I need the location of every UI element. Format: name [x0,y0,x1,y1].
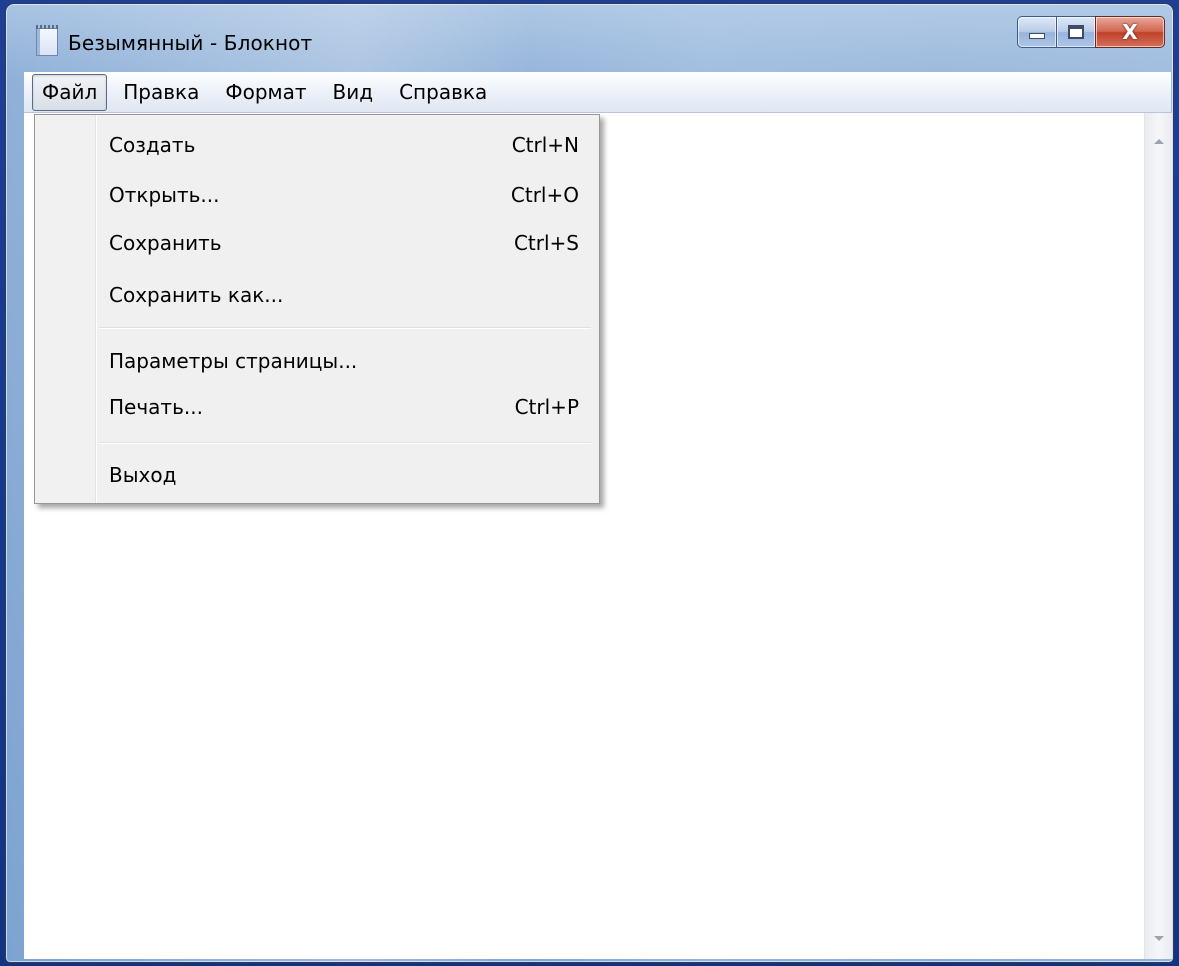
vertical-scrollbar[interactable] [1144,113,1172,959]
menu-item-label: Сохранить [109,231,222,255]
caption-buttons: X [1017,16,1165,48]
maximize-button[interactable] [1056,16,1095,48]
maximize-icon [1068,25,1084,39]
window-title: Безымянный - Блокнот [68,31,313,55]
menu-file[interactable]: Файл [32,73,108,111]
menu-item-shortcut: Ctrl+O [510,183,579,207]
minimize-button[interactable] [1017,16,1056,48]
menu-item-open[interactable]: Открыть... Ctrl+O [109,175,579,215]
menu-view[interactable]: Вид [323,74,384,111]
menu-item-label: Создать [109,133,196,157]
menu-help[interactable]: Справка [389,74,497,111]
title-bar[interactable]: Безымянный - Блокнот X [6,4,1173,72]
menu-separator [99,327,591,329]
menu-item-save[interactable]: Сохранить Ctrl+S [109,223,579,263]
menu-format[interactable]: Формат [215,74,316,111]
close-button[interactable]: X [1095,16,1165,48]
menu-item-label: Сохранить как... [109,283,284,307]
menu-separator [99,442,591,444]
menu-item-print[interactable]: Печать... Ctrl+P [109,387,579,427]
menu-item-save-as[interactable]: Сохранить как... [109,275,579,315]
menu-item-shortcut: Ctrl+P [514,395,579,419]
menu-item-page-setup[interactable]: Параметры страницы... [109,341,579,381]
menu-item-shortcut: Ctrl+S [513,231,579,255]
close-icon: X [1122,20,1138,44]
menu-item-exit[interactable]: Выход [109,455,579,495]
scroll-up-arrow-icon[interactable] [1154,139,1164,144]
menu-item-label: Печать... [109,395,203,419]
menu-item-label: Открыть... [109,183,220,207]
minimize-icon [1029,33,1045,39]
menu-item-new[interactable]: Создать Ctrl+N [109,125,579,165]
file-menu-dropdown: Создать Ctrl+N Открыть... Ctrl+O Сохрани… [34,114,600,504]
menu-item-label: Параметры страницы... [109,349,358,373]
menu-edit[interactable]: Правка [113,74,209,111]
scroll-down-arrow-icon[interactable] [1154,936,1164,941]
menu-item-shortcut: Ctrl+N [511,133,579,157]
notepad-icon[interactable] [36,25,58,56]
menu-item-label: Выход [109,463,177,487]
menu-bar: Файл Правка Формат Вид Справка [24,72,1171,113]
